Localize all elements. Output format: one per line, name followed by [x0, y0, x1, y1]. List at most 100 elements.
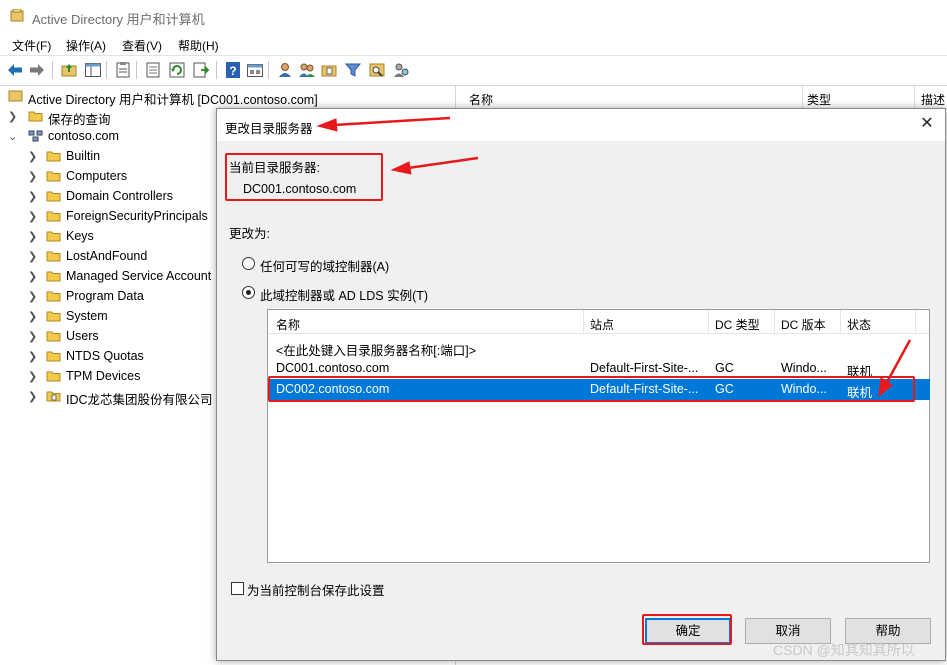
column-separator[interactable] — [914, 86, 915, 110]
filter-icon[interactable] — [344, 61, 362, 79]
column-separator[interactable] — [774, 310, 775, 334]
menu-view[interactable]: 查看(V) — [122, 37, 162, 54]
cell-site: Default-First-Site-... — [590, 361, 699, 375]
export-list-icon[interactable] — [144, 61, 162, 79]
column-header-status[interactable]: 状态 — [847, 316, 871, 333]
tree-item-label: Builtin — [66, 149, 101, 163]
chevron-right-icon[interactable]: ❯ — [28, 390, 38, 404]
change-to-label: 更改为: — [229, 227, 270, 241]
save-setting-checkbox[interactable] — [231, 582, 244, 595]
ad-users-computers-icon — [8, 90, 23, 102]
tree-item-label: Keys — [66, 229, 94, 243]
new-group-icon[interactable] — [298, 61, 316, 79]
folder-icon — [46, 251, 61, 262]
export-icon[interactable] — [192, 61, 210, 79]
chevron-right-icon[interactable]: ❯ — [28, 250, 38, 264]
folder-icon — [46, 231, 61, 242]
placeholder-row[interactable]: <在此处键入目录服务器名称[:端口]> — [269, 337, 930, 358]
column-header-dc-type[interactable]: DC 类型 — [715, 316, 760, 333]
option-this-dc-label[interactable]: 此域控制器或 AD LDS 实例(T) — [260, 285, 428, 304]
properties-icon[interactable] — [114, 61, 132, 79]
save-setting-label[interactable]: 为当前控制台保存此设置 — [247, 580, 385, 599]
folder-icon — [46, 271, 61, 282]
toolbar-separator — [268, 61, 269, 79]
annotation-box-ok-button — [642, 614, 732, 645]
folder-icon — [46, 191, 61, 202]
chevron-right-icon[interactable]: ❯ — [28, 270, 38, 284]
chevron-right-icon[interactable]: ❯ — [28, 370, 38, 384]
tree-item-label: LostAndFound — [66, 249, 148, 263]
tree-item-label: Domain Controllers — [66, 189, 173, 203]
column-header-name[interactable]: 名称 — [469, 91, 493, 108]
column-separator[interactable] — [583, 310, 584, 334]
annotation-box-current-server — [225, 153, 383, 201]
column-separator[interactable] — [708, 310, 709, 334]
chevron-right-icon[interactable]: ❯ — [28, 170, 38, 184]
help-icon[interactable]: ? — [224, 61, 242, 79]
toolbar-separator — [106, 61, 107, 79]
ad-users-computers-app-icon — [10, 9, 24, 22]
menu-bar: 文件(F) 操作(A) 查看(V) 帮助(H) — [0, 34, 947, 56]
cell-name: DC001.contoso.com — [276, 361, 390, 375]
forward-arrow-icon[interactable] — [28, 61, 46, 79]
server-list[interactable]: 名称 站点 DC 类型 DC 版本 状态 <在此处键入目录服务器名称[:端口]>… — [267, 309, 930, 563]
chevron-right-icon[interactable]: ❯ — [28, 230, 38, 244]
column-separator[interactable] — [840, 310, 841, 334]
cell-dc-version: Windo... — [781, 361, 827, 375]
option-any-writable-dc-label[interactable]: 任何可写的域控制器(A) — [260, 256, 389, 275]
chevron-right-icon[interactable]: ❯ — [28, 310, 38, 324]
chevron-down-icon[interactable]: ⌄ — [8, 130, 18, 144]
watermark: CSDN @知其知其所以 — [773, 642, 915, 658]
column-header-dc-version[interactable]: DC 版本 — [781, 316, 826, 333]
chevron-right-icon[interactable]: ❯ — [28, 290, 38, 304]
delegate-icon[interactable] — [392, 61, 410, 79]
tree-item-label: 保存的查询 — [48, 113, 111, 127]
up-folder-icon[interactable] — [60, 61, 78, 79]
toolbar-separator — [216, 61, 217, 79]
list-header: 名称 类型 描述 — [459, 86, 947, 110]
chevron-right-icon[interactable]: ❯ — [28, 210, 38, 224]
column-header-type[interactable]: 类型 — [807, 91, 831, 108]
radio-any-writable-dc[interactable] — [242, 257, 255, 270]
tree-item-label: TPM Devices — [66, 369, 141, 383]
chevron-right-icon[interactable]: ❯ — [8, 110, 18, 124]
tree-root-label: Active Directory 用户和计算机 [DC001.contoso.c… — [28, 93, 318, 107]
chevron-right-icon[interactable]: ❯ — [28, 330, 38, 344]
toolbar: ? — [0, 56, 947, 86]
find-icon[interactable] — [368, 61, 386, 79]
tree-item-label: Users — [66, 329, 99, 343]
folder-icon — [46, 351, 61, 362]
column-header-description[interactable]: 描述 — [921, 91, 945, 108]
new-user-icon[interactable] — [276, 61, 294, 79]
svg-text:?: ? — [229, 64, 236, 78]
dialog-title: 更改目录服务器 — [225, 122, 313, 136]
column-header-name[interactable]: 名称 — [276, 316, 300, 333]
close-icon[interactable]: ✕ — [917, 114, 937, 134]
server-name-placeholder[interactable]: <在此处键入目录服务器名称[:端口]> — [276, 340, 476, 359]
folder-icon — [46, 151, 61, 162]
folder-icon — [46, 331, 61, 342]
folder-icon — [46, 211, 61, 222]
view-icon[interactable] — [246, 61, 264, 79]
window-title: Active Directory 用户和计算机 — [32, 12, 205, 27]
tree-item-label: Program Data — [66, 289, 144, 303]
annotation-box-selected-row — [268, 376, 915, 402]
chevron-right-icon[interactable]: ❯ — [28, 150, 38, 164]
console-tree-icon[interactable] — [84, 61, 102, 79]
tree-item-label: contoso.com — [48, 129, 119, 143]
menu-file[interactable]: 文件(F) — [12, 37, 51, 54]
folder-icon — [46, 371, 61, 382]
radio-this-dc[interactable] — [242, 286, 255, 299]
chevron-right-icon[interactable]: ❯ — [28, 190, 38, 204]
menu-action[interactable]: 操作(A) — [66, 37, 106, 54]
column-header-site[interactable]: 站点 — [590, 316, 614, 333]
tree-item-label: Computers — [66, 169, 128, 183]
menu-help[interactable]: 帮助(H) — [178, 37, 219, 54]
column-separator[interactable] — [915, 310, 916, 334]
new-ou-icon[interactable] — [320, 61, 338, 79]
refresh-icon[interactable] — [168, 61, 186, 79]
chevron-right-icon[interactable]: ❯ — [28, 350, 38, 364]
back-arrow-icon[interactable] — [6, 61, 24, 79]
column-separator[interactable] — [802, 86, 803, 110]
folder-icon — [46, 311, 61, 322]
